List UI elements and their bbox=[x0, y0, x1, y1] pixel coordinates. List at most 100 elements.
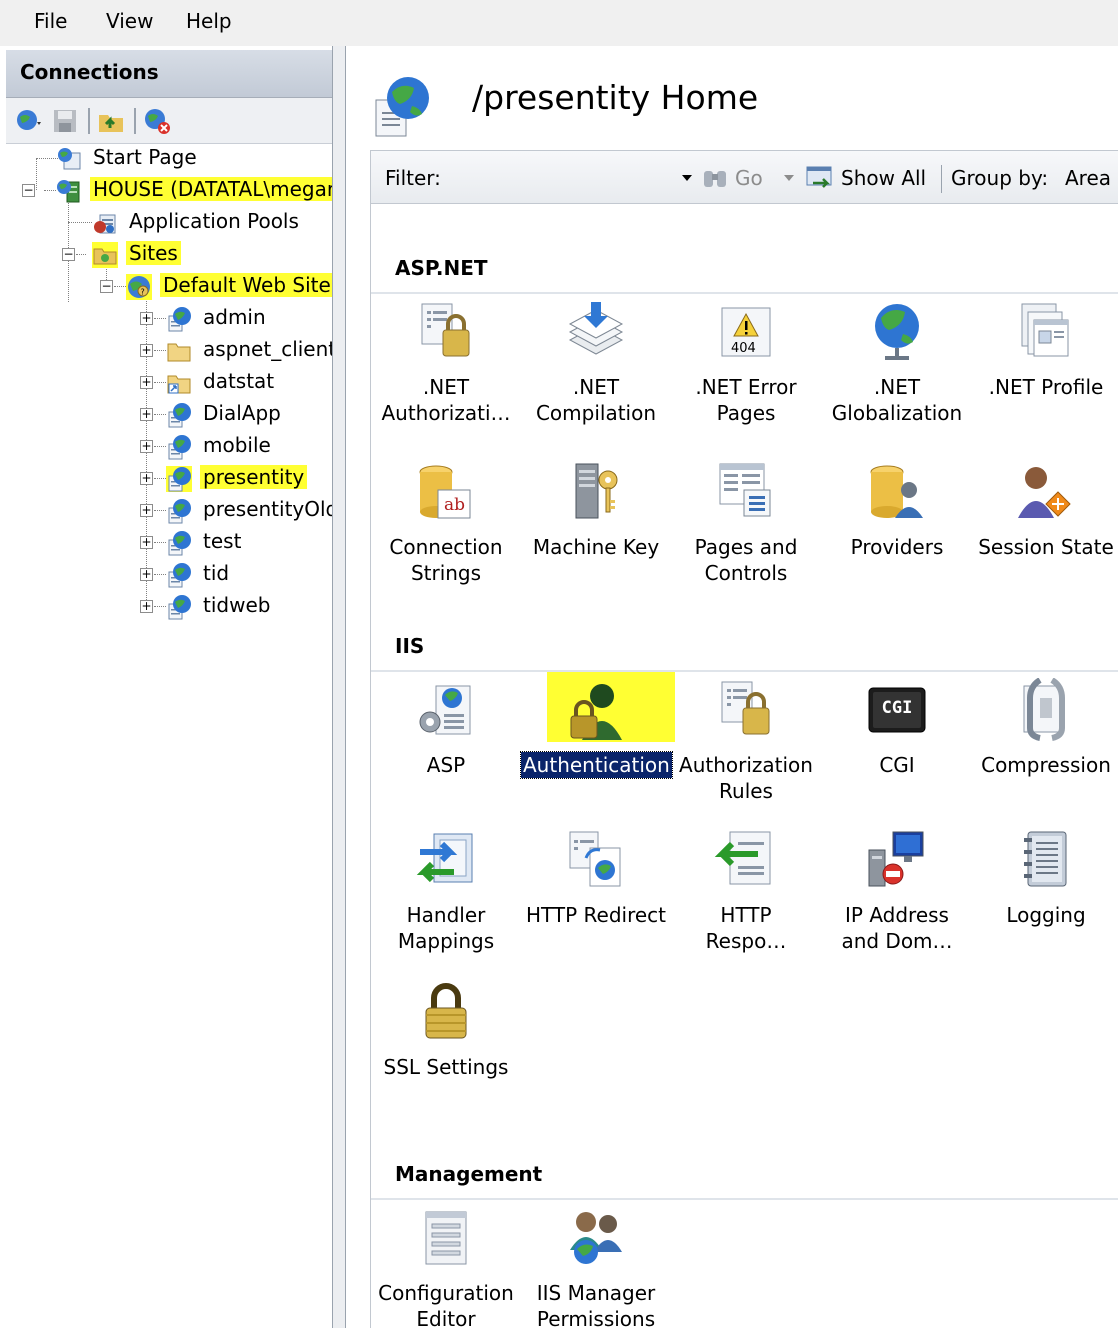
feature-label-text: Providers bbox=[850, 535, 944, 559]
menu-file[interactable]: File bbox=[34, 9, 67, 33]
stack-download-icon bbox=[568, 302, 624, 355]
tree-item-label: mobile bbox=[203, 433, 271, 457]
feature-ip-address-and-dom[interactable]: IP Address and Dom… bbox=[822, 828, 972, 954]
feature-net-authorizati[interactable]: .NET Authorizati… bbox=[371, 300, 521, 426]
expand-toggle[interactable]: + bbox=[140, 344, 153, 357]
group-by-label: Group by: bbox=[951, 166, 1049, 190]
binoculars-icon[interactable] bbox=[701, 165, 731, 191]
profile-window-icon bbox=[1021, 303, 1069, 357]
feature-label: Connection Strings bbox=[371, 534, 521, 586]
collapse-toggle-sites[interactable]: − bbox=[62, 248, 75, 261]
user-lock-icon bbox=[570, 684, 622, 740]
save-icon[interactable] bbox=[50, 106, 80, 136]
filter-label: Filter: bbox=[385, 166, 441, 190]
feature-http-redirect[interactable]: HTTP Redirect bbox=[521, 828, 671, 928]
expand-toggle[interactable]: + bbox=[140, 504, 153, 517]
page-title: /presentity Home bbox=[472, 78, 759, 117]
feature-label: .NET Compilation bbox=[521, 374, 671, 426]
feature-pages-and-controls[interactable]: Pages and Controls bbox=[671, 460, 821, 586]
menu-help[interactable]: Help bbox=[186, 9, 232, 33]
users-globe-icon bbox=[570, 1212, 622, 1264]
feature-net-error-pages[interactable]: 404 .NET Error Pages bbox=[671, 300, 821, 426]
section-heading: ASP.NET bbox=[395, 256, 488, 280]
disconnect-globe-icon[interactable] bbox=[142, 106, 172, 136]
section-divider bbox=[371, 670, 1118, 672]
globe-gear-document-icon bbox=[419, 685, 471, 735]
tree-item-label: admin bbox=[203, 305, 266, 329]
feature-configuration-editor[interactable]: Configuration Editor bbox=[371, 1206, 521, 1328]
feature-session-state[interactable]: Session State bbox=[971, 460, 1118, 560]
feature-label: .NET Profile bbox=[971, 374, 1118, 400]
expand-toggle[interactable]: + bbox=[140, 472, 153, 485]
feature-label-text: IP Address and Dom… bbox=[841, 903, 953, 953]
tree-item-label: test bbox=[203, 529, 242, 553]
feature-net-globalization[interactable]: .NET Globalization bbox=[822, 300, 972, 426]
expand-toggle[interactable]: + bbox=[140, 376, 153, 389]
tree-item-label: Start Page bbox=[93, 145, 197, 169]
feature-providers[interactable]: Providers bbox=[822, 460, 972, 560]
toolbar-separator bbox=[941, 165, 942, 193]
feature-label-text: Authentication bbox=[520, 751, 673, 779]
server-icon bbox=[57, 180, 80, 203]
arrows-box-icon bbox=[416, 833, 473, 883]
up-folder-icon[interactable] bbox=[96, 106, 126, 136]
collapse-toggle-default-web-site[interactable]: − bbox=[100, 280, 113, 293]
clamp-document-icon bbox=[1023, 677, 1065, 741]
feature-label: HTTP Respo… bbox=[671, 902, 821, 954]
show-all-button[interactable]: Show All bbox=[841, 166, 926, 190]
pane-splitter[interactable] bbox=[332, 46, 346, 1328]
expand-toggle[interactable]: + bbox=[140, 600, 153, 613]
feature-net-compilation[interactable]: .NET Compilation bbox=[521, 300, 671, 426]
feature-label-text: .NET Globalization bbox=[831, 375, 963, 425]
feature-iis-manager-permissions[interactable]: IIS Manager Permissions bbox=[521, 1206, 671, 1328]
show-all-icon[interactable] bbox=[803, 163, 837, 193]
feature-authentication[interactable]: Authentication bbox=[520, 678, 673, 779]
filter-input[interactable] bbox=[451, 163, 683, 193]
feature-logging[interactable]: Logging bbox=[971, 828, 1118, 928]
expand-toggle[interactable]: + bbox=[140, 312, 153, 325]
section-divider bbox=[371, 292, 1118, 294]
tree-item-label: Default Web Site bbox=[160, 273, 332, 297]
feature-ssl-settings[interactable]: SSL Settings bbox=[371, 980, 521, 1080]
go-dropdown-icon[interactable] bbox=[781, 167, 797, 189]
application-pools-icon bbox=[94, 214, 116, 234]
tree-item-label: aspnet_client bbox=[203, 337, 332, 361]
feature-label-text: Authorization Rules bbox=[679, 753, 813, 803]
feature-label: .NET Globalization bbox=[822, 374, 972, 426]
feature-net-profile[interactable]: .NET Profile bbox=[971, 300, 1118, 400]
server-key-icon bbox=[575, 463, 618, 519]
svg-text:?: ? bbox=[141, 288, 145, 297]
feature-label-text: HTTP Respo… bbox=[705, 903, 787, 953]
expand-toggle[interactable]: + bbox=[140, 568, 153, 581]
section-heading: Management bbox=[395, 1162, 543, 1186]
connect-globe-icon[interactable] bbox=[14, 106, 44, 136]
feature-label: HTTP Redirect bbox=[521, 902, 671, 928]
expand-toggle[interactable]: + bbox=[140, 440, 153, 453]
feature-compression[interactable]: Compression bbox=[971, 677, 1118, 778]
toolbar-separator bbox=[88, 108, 90, 134]
lock-document-icon bbox=[421, 303, 470, 357]
feature-asp[interactable]: ASP bbox=[371, 678, 521, 778]
feature-label-text: CGI bbox=[879, 753, 915, 777]
config-form-icon bbox=[425, 1211, 467, 1265]
group-by-select[interactable]: Area bbox=[1065, 166, 1111, 190]
application-globe-icon bbox=[166, 466, 192, 492]
feature-label: Handler Mappings bbox=[371, 902, 521, 954]
folder-icon bbox=[167, 343, 191, 362]
menu-view[interactable]: View bbox=[106, 9, 153, 33]
expand-toggle[interactable]: + bbox=[140, 536, 153, 549]
feature-label: ASP bbox=[371, 752, 521, 778]
go-button[interactable]: Go bbox=[735, 166, 763, 190]
application-globe-icon bbox=[168, 307, 191, 332]
feature-connection-strings[interactable]: ab Connection Strings bbox=[371, 460, 521, 586]
filter-dropdown-icon[interactable] bbox=[679, 167, 695, 189]
feature-machine-key[interactable]: Machine Key bbox=[521, 460, 671, 560]
features-pane: /presentity Home Filter: Go Show All Gro… bbox=[346, 46, 1118, 1328]
collapse-toggle-house[interactable]: − bbox=[22, 184, 35, 197]
feature-http-respo[interactable]: HTTP Respo… bbox=[671, 828, 821, 954]
feature-authorization-rules[interactable]: Authorization Rules bbox=[671, 678, 821, 804]
feature-cgi[interactable]: CGI CGI bbox=[822, 678, 972, 778]
tree-item-label: tid bbox=[203, 561, 230, 585]
expand-toggle[interactable]: + bbox=[140, 408, 153, 421]
feature-handler-mappings[interactable]: Handler Mappings bbox=[371, 828, 521, 954]
